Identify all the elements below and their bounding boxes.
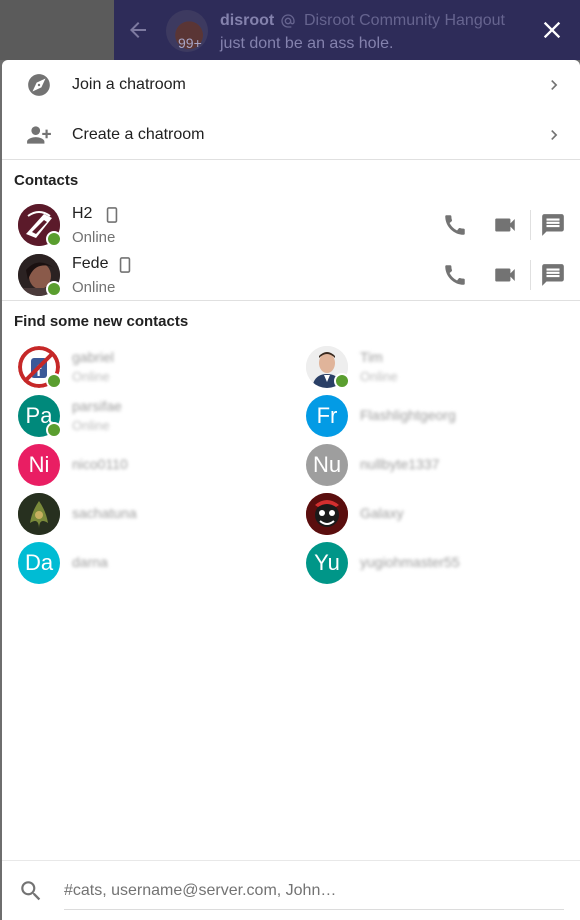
suggested-contact[interactable]: f gabriel Online	[18, 344, 288, 390]
online-status-dot	[46, 373, 62, 389]
message-icon[interactable]	[540, 212, 566, 238]
contact-row[interactable]: H2 Online	[2, 200, 580, 250]
action-separator	[530, 260, 531, 290]
contact-status: Online	[72, 279, 116, 296]
avatar	[18, 204, 62, 247]
join-chatroom-label: Join a chatroom	[72, 76, 186, 93]
suggested-contact-status: Online	[72, 418, 110, 433]
avatar: Da	[18, 542, 60, 584]
chevron-right-icon	[551, 80, 558, 90]
suggested-contact-status: Online	[360, 369, 398, 384]
suggested-contact-name: Galaxy	[360, 505, 404, 521]
suggested-contact[interactable]: Pa parsifae Online	[18, 393, 288, 439]
mobile-device-icon	[119, 257, 131, 273]
avatar: Fr	[306, 395, 348, 437]
online-status-dot	[46, 422, 62, 438]
suggested-contact[interactable]: Da darna	[18, 540, 288, 586]
divider	[2, 159, 580, 160]
contact-row[interactable]: Fede Online	[2, 250, 580, 300]
suggested-contact[interactable]: Ni nico0110	[18, 442, 288, 488]
suggested-contact-name: nullbyte1337	[360, 456, 440, 472]
suggested-contact[interactable]: Yu yugiohmaster55	[306, 540, 576, 586]
compass-icon	[28, 74, 50, 96]
unread-badge: 99+	[178, 35, 202, 51]
group-add-icon	[27, 126, 51, 144]
phone-icon[interactable]	[442, 212, 468, 238]
video-call-icon[interactable]	[492, 262, 518, 288]
suggested-contact-name: gabriel	[72, 349, 115, 365]
avatar	[306, 346, 350, 389]
avatar-initials: Da	[24, 550, 54, 575]
avatar-initials: Fr	[316, 403, 338, 428]
online-status-dot	[46, 281, 62, 297]
avatar: Yu	[306, 542, 348, 584]
galaxy-avatar-image	[306, 493, 348, 535]
avatar-initials: Yu	[314, 550, 340, 575]
room-topic: just dont be an ass hole.	[220, 35, 394, 52]
plant-avatar-image	[18, 493, 60, 535]
background-overlay-left	[0, 0, 114, 60]
suggested-contact[interactable]: Fr Flashlightgeorg	[306, 393, 576, 439]
online-status-dot	[334, 373, 350, 389]
avatar	[306, 493, 348, 535]
contact-status: Online	[72, 229, 116, 246]
action-separator	[530, 210, 531, 240]
suggested-contact[interactable]: sachatuna	[18, 491, 288, 537]
avatar: f	[18, 346, 62, 389]
suggested-contact-name: nico0110	[72, 456, 128, 472]
search-icon	[21, 881, 41, 901]
create-chatroom-label: Create a chatroom	[72, 126, 205, 143]
new-chat-sheet: Join a chatroom Create a chatroom Contac…	[2, 60, 580, 920]
contacts-title: Contacts	[14, 172, 79, 189]
avatar-initials: Ni	[28, 452, 50, 477]
video-call-icon[interactable]	[492, 212, 518, 238]
suggested-contact-name: Flashlightgeorg	[360, 407, 456, 423]
suggested-contact-name: sachatuna	[72, 505, 137, 521]
phone-icon[interactable]	[442, 262, 468, 288]
divider	[2, 300, 580, 301]
suggested-contact-name: parsifae	[72, 398, 122, 414]
background-room-header: 99+ disroot Disroot Community Hangout ju…	[114, 0, 580, 60]
suggested-contact-name: Tim	[360, 349, 383, 365]
room-title: Disroot Community Hangout	[304, 12, 505, 29]
divider	[2, 860, 580, 861]
avatar: Ni	[18, 444, 60, 486]
avatar	[18, 493, 60, 535]
join-chatroom-row[interactable]: Join a chatroom	[2, 60, 580, 110]
suggested-contact-status: Online	[72, 369, 110, 384]
chevron-right-icon	[551, 130, 558, 140]
room-name: disroot	[220, 12, 275, 29]
online-status-dot	[46, 231, 62, 247]
mobile-device-icon	[106, 207, 118, 223]
suggested-contact[interactable]: Nu nullbyte1337	[306, 442, 576, 488]
suggested-contact[interactable]: Tim Online	[306, 344, 576, 390]
suggested-contact-name: yugiohmaster55	[360, 554, 460, 570]
back-arrow-icon	[130, 22, 146, 38]
search-input[interactable]	[64, 872, 564, 910]
contact-name: H2	[72, 205, 93, 222]
avatar	[18, 254, 62, 297]
room-at-icon	[281, 14, 295, 28]
create-chatroom-row[interactable]: Create a chatroom	[2, 110, 580, 160]
close-icon[interactable]	[538, 16, 566, 44]
avatar-initials: Nu	[312, 452, 342, 477]
contact-name: Fede	[72, 255, 109, 272]
suggested-contact-name: darna	[72, 554, 108, 570]
avatar: Nu	[306, 444, 348, 486]
avatar: Pa	[18, 395, 62, 438]
find-contacts-title: Find some new contacts	[14, 313, 189, 330]
suggested-contact[interactable]: Galaxy	[306, 491, 576, 537]
message-icon[interactable]	[540, 262, 566, 288]
